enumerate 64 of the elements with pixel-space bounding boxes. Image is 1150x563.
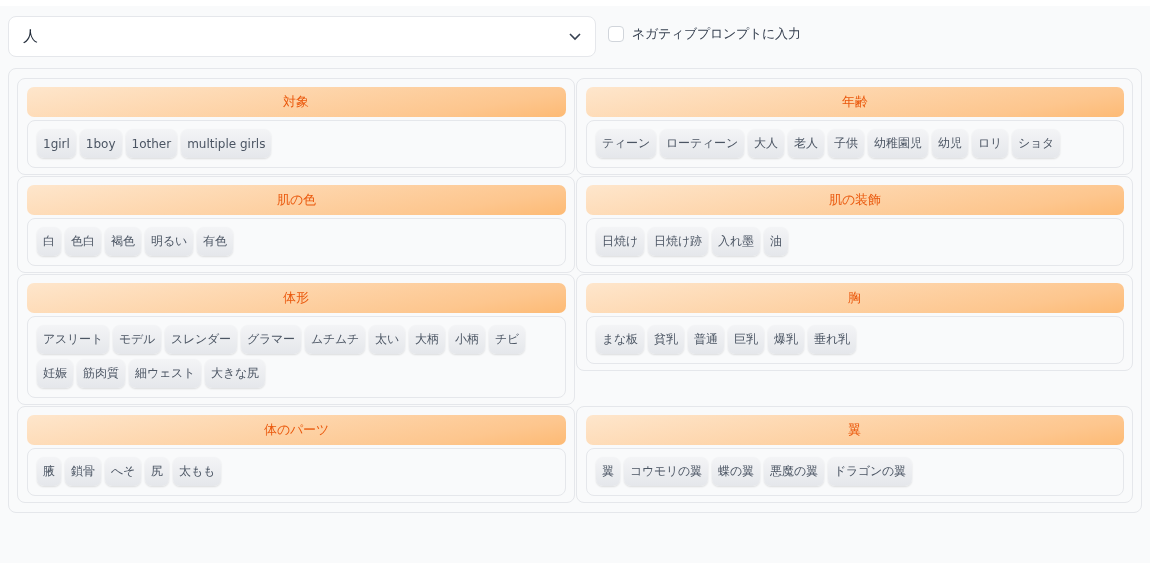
tag-chip[interactable]: 爆乳: [767, 325, 804, 354]
tag-chip[interactable]: ローティーン: [659, 129, 744, 158]
tag-chip[interactable]: 太もも: [173, 457, 221, 486]
tag-chip[interactable]: 小柄: [449, 325, 485, 354]
tag-chip[interactable]: へそ: [105, 457, 141, 486]
tag-chip[interactable]: 子供: [827, 129, 864, 158]
tag-chip[interactable]: ムチムチ: [305, 325, 365, 354]
tag-chip[interactable]: 垂れ乳: [807, 325, 856, 354]
tag-chip[interactable]: 幼稚園児: [867, 129, 928, 158]
chevron-down-icon: [569, 32, 581, 41]
tag-chip[interactable]: モデル: [113, 325, 161, 354]
checkbox-label: ネガティブプロンプトに入力: [632, 24, 801, 43]
tag-chip[interactable]: チビ: [489, 325, 525, 354]
tag-chip[interactable]: 油: [763, 227, 788, 256]
tag-chip[interactable]: multiple girls: [181, 129, 272, 158]
tag-chip[interactable]: アスリート: [37, 325, 109, 354]
tag-chip[interactable]: グラマー: [241, 325, 301, 354]
tag-chip[interactable]: 腋: [37, 457, 61, 486]
tag-chip[interactable]: 1other: [125, 129, 178, 158]
tag-chip[interactable]: スレンダー: [165, 325, 237, 354]
tag-chip[interactable]: 大人: [747, 129, 784, 158]
tag-chip[interactable]: コウモリの翼: [623, 457, 708, 486]
tag-chip[interactable]: 大きな尻: [205, 359, 265, 388]
tag-chip[interactable]: 尻: [145, 457, 169, 486]
checkbox[interactable]: [608, 25, 624, 42]
tag-chip[interactable]: 蝶の翼: [711, 457, 760, 486]
tag-chip[interactable]: 日焼け: [595, 227, 644, 256]
tag-chip[interactable]: 鎖骨: [65, 457, 101, 486]
tag-chip[interactable]: ティーン: [595, 129, 656, 158]
tag-chip[interactable]: 有色: [197, 227, 233, 256]
tag-chip[interactable]: 老人: [787, 129, 824, 158]
tag-chip[interactable]: 色白: [65, 227, 101, 256]
tag-chip[interactable]: まな板: [595, 325, 644, 354]
tag-chip[interactable]: 貧乳: [647, 325, 684, 354]
group-header: 年齢: [585, 87, 1124, 117]
group-header: 体形: [27, 283, 566, 313]
tag-chip[interactable]: 太い: [369, 325, 405, 354]
dropdown-value: 人: [23, 27, 38, 46]
tag-chip[interactable]: 褐色: [105, 227, 141, 256]
tag-chip[interactable]: 巨乳: [727, 325, 764, 354]
tag-chip[interactable]: 1boy: [79, 129, 122, 158]
tag-chip[interactable]: 日焼け跡: [647, 227, 708, 256]
tag-chip[interactable]: 妊娠: [37, 359, 73, 388]
tag-chip[interactable]: 明るい: [145, 227, 193, 256]
tag-chip[interactable]: 翼: [595, 457, 620, 486]
tag-chip[interactable]: ロリ: [971, 129, 1008, 158]
category-dropdown[interactable]: 人: [8, 16, 596, 57]
group-header: 対象: [27, 87, 566, 117]
tag-chip[interactable]: 普通: [687, 325, 724, 354]
tag-chip[interactable]: 細ウェスト: [129, 359, 201, 388]
group-header: 胸: [585, 283, 1124, 313]
tag-chip[interactable]: 入れ墨: [711, 227, 760, 256]
group-header: 体のパーツ: [27, 415, 566, 445]
tag-chip[interactable]: 悪魔の翼: [763, 457, 824, 486]
tag-chip[interactable]: ドラゴンの翼: [827, 457, 912, 486]
group-header: 肌の装飾: [585, 185, 1124, 215]
tag-chip[interactable]: 幼児: [931, 129, 968, 158]
tag-chip[interactable]: 大柄: [409, 325, 445, 354]
tag-chip[interactable]: 白: [37, 227, 61, 256]
tag-chip[interactable]: ショタ: [1011, 129, 1060, 158]
group-header: 翼: [585, 415, 1124, 445]
group-header: 肌の色: [27, 185, 566, 215]
tag-chip[interactable]: 1girl: [37, 129, 76, 158]
tag-chip[interactable]: 筋肉質: [77, 359, 125, 388]
